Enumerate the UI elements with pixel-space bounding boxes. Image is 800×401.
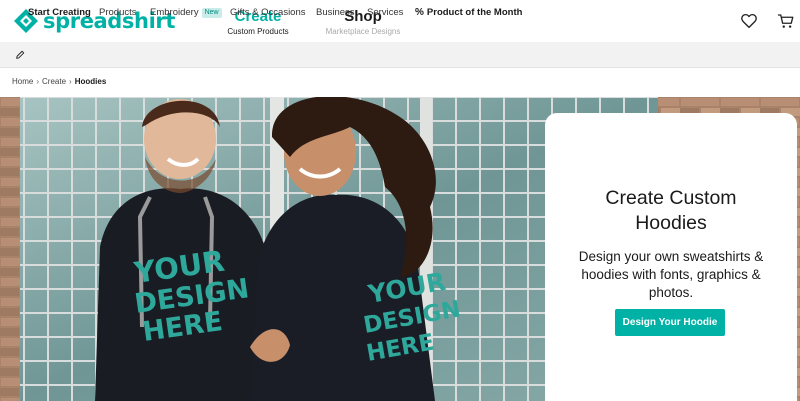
new-badge: New xyxy=(201,8,222,18)
breadcrumb: Home › Create › Hoodies xyxy=(12,77,106,86)
tab-shop-subtitle: Marketplace Designs xyxy=(325,27,401,36)
breadcrumb-current: Hoodies xyxy=(74,77,107,86)
nav-gifts-occasions[interactable]: Gifts & Occasions xyxy=(230,7,306,19)
chevron-right-icon: › xyxy=(69,77,72,86)
nav-business[interactable]: Business xyxy=(316,7,355,19)
nav-embroidery[interactable]: Embroidery New xyxy=(150,7,222,19)
nav-product-of-the-month[interactable]: % Product of the Month xyxy=(415,7,522,19)
nav-products[interactable]: Products xyxy=(99,7,137,19)
hero-subtitle: Design your own sweatshirts & hoodies wi… xyxy=(553,248,789,302)
tab-create-subtitle: Custom Products xyxy=(227,27,289,36)
heart-icon[interactable] xyxy=(740,12,758,30)
hero-subtitle-line: hoodies with fonts, graphics & xyxy=(581,267,761,282)
percent-icon: % xyxy=(415,7,424,18)
nav-product-of-the-month-label: Product of the Month xyxy=(426,7,523,18)
breadcrumb-create[interactable]: Create xyxy=(42,77,66,86)
nav-services[interactable]: Services xyxy=(367,7,403,19)
hero-subtitle-line: Design your own sweatshirts & xyxy=(578,249,764,264)
chevron-right-icon: › xyxy=(36,77,40,86)
nav-start-creating[interactable]: Start Creating xyxy=(28,7,91,19)
hero-title-line: Hoodies xyxy=(635,212,707,234)
design-your-hoodie-button[interactable]: Design Your Hoodie xyxy=(615,309,725,336)
cart-icon[interactable] xyxy=(777,12,795,30)
breadcrumb-home[interactable]: Home xyxy=(12,77,33,86)
category-nav xyxy=(0,42,800,68)
hero-subtitle-line: photos. xyxy=(648,285,694,300)
hero-title-line: Create Custom xyxy=(605,187,737,209)
nav-embroidery-label: Embroidery xyxy=(150,7,199,18)
hero-title: Create Custom Hoodies xyxy=(545,186,797,236)
pencil-icon xyxy=(16,50,25,59)
